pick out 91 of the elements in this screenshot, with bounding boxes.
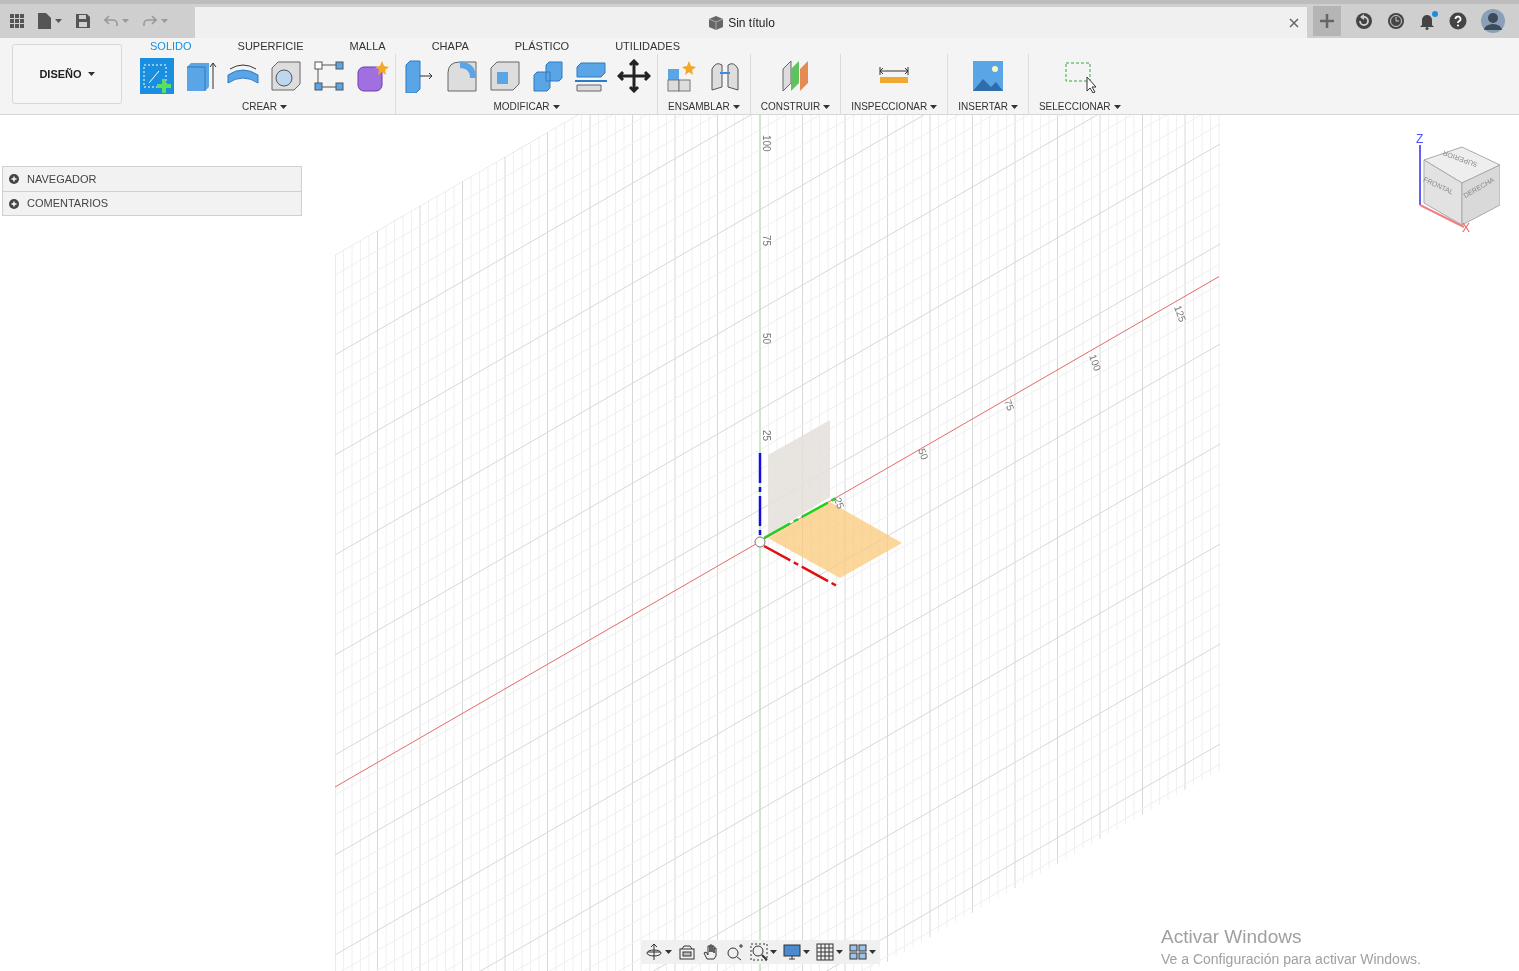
group-menu-button[interactable]: MODIFICAR	[489, 99, 564, 114]
axis-label: 25	[761, 430, 772, 442]
caret-icon	[552, 104, 560, 109]
caret-icon	[55, 19, 62, 23]
hand-icon	[702, 943, 720, 961]
caret-icon	[122, 19, 129, 23]
ribbon-tool-button[interactable]	[617, 58, 651, 94]
ribbon-tab[interactable]: PLÁSTICO	[508, 39, 576, 53]
nav-tool-button[interactable]	[645, 943, 672, 961]
orbit-icon	[645, 943, 663, 961]
activation-message: Ve a Configuración para activar Windows.	[1161, 950, 1421, 969]
plus-icon	[1320, 14, 1334, 28]
nav-tool-button[interactable]	[702, 943, 720, 961]
save-icon[interactable]	[76, 14, 90, 28]
image-icon	[971, 59, 1006, 93]
caret-icon	[930, 104, 938, 109]
cube-z-axis-line	[1419, 144, 1421, 206]
monitor-icon	[783, 943, 801, 961]
refresh-icon[interactable]	[1355, 12, 1373, 30]
cube-icon	[709, 15, 724, 30]
caret-icon	[665, 950, 672, 954]
document-title: Sin título	[728, 14, 775, 32]
ribbon-tab[interactable]: CHAPA	[425, 39, 475, 53]
x-axis-label: X	[1462, 220, 1470, 237]
workspace-dropdown[interactable]: DISEÑO	[12, 44, 122, 104]
caret-icon	[823, 104, 831, 109]
axis-label: 125	[1172, 303, 1189, 324]
file-icon[interactable]	[38, 13, 51, 29]
zoom-window-icon	[750, 943, 768, 961]
combine-boxes-icon	[531, 59, 565, 93]
caret-icon	[280, 104, 287, 109]
axis-label: 50	[916, 446, 931, 462]
axis-label: 100	[1087, 352, 1104, 373]
grid-icon	[816, 943, 834, 961]
caret-icon	[803, 950, 810, 954]
caret-icon	[161, 19, 168, 23]
browser-panel-row[interactable]: NAVEGADOR	[3, 167, 301, 191]
axis-label: 50	[761, 333, 772, 345]
group-menu-button[interactable]: INSPECCIONAR	[847, 99, 942, 114]
plus-circle-icon	[9, 198, 19, 209]
caret-icon	[87, 72, 95, 76]
hole-box-icon	[269, 59, 303, 93]
caret-icon	[836, 950, 843, 954]
plus-circle-icon	[9, 174, 19, 184]
close-icon[interactable]	[1289, 17, 1299, 28]
apps-grid-icon[interactable]	[10, 14, 24, 28]
clock-icon[interactable]	[1387, 12, 1405, 30]
shell-box-icon	[488, 59, 522, 93]
selection-cursor-icon	[1062, 59, 1097, 93]
origin-point	[754, 536, 766, 548]
browser-panel-label: NAVEGADOR	[27, 171, 97, 187]
form-star-icon	[355, 59, 389, 93]
z-axis-label: Z	[1416, 131, 1424, 148]
pattern-squares-icon	[312, 59, 346, 93]
monitor-box-icon	[678, 943, 696, 961]
move-arrows-icon	[617, 59, 651, 93]
zoom-icon	[726, 943, 744, 961]
group-menu-button[interactable]: CONSTRUIR	[756, 99, 835, 114]
ribbon-tab[interactable]: MALLA	[343, 39, 392, 53]
group-menu-button[interactable]: SELECCIONAR	[1034, 99, 1125, 114]
document-tab[interactable]: Sin título	[195, 7, 1307, 38]
nav-tool-button[interactable]	[750, 943, 777, 961]
group-menu-button[interactable]: CREAR	[238, 99, 291, 114]
help-icon[interactable]	[1449, 12, 1467, 30]
group-menu-button[interactable]: ENSAMBLAR	[664, 99, 744, 114]
split-body-icon	[574, 59, 608, 93]
axis-label: 75	[761, 235, 772, 247]
nav-tool-button[interactable]	[816, 943, 843, 961]
avatar-icon[interactable]	[1481, 9, 1505, 33]
caret-icon	[1113, 104, 1121, 109]
caret-icon	[732, 104, 740, 109]
nav-tool-button[interactable]	[726, 943, 744, 961]
browser-panel-row[interactable]: COMENTARIOS	[3, 191, 301, 215]
nav-tool-button[interactable]	[783, 943, 810, 961]
ribbon-tab[interactable]: UTILIDADES	[609, 39, 686, 53]
caret-icon	[869, 950, 876, 954]
caret-icon	[770, 950, 777, 954]
fillet-icon	[445, 59, 479, 93]
axis-label: 100	[761, 135, 772, 152]
new-tab-button[interactable]	[1313, 6, 1341, 36]
caret-icon	[1010, 104, 1018, 109]
viewports-icon	[849, 943, 867, 961]
axis-label: 25	[832, 495, 847, 511]
ribbon-tab[interactable]: SUPERFICIE	[231, 39, 310, 53]
group-menu-button[interactable]: INSERTAR	[954, 99, 1022, 114]
bell-icon[interactable]	[1419, 12, 1435, 30]
axis-label: 75	[1002, 397, 1017, 413]
nav-tool-button[interactable]	[849, 943, 876, 961]
browser-panel-label: COMENTARIOS	[27, 196, 109, 212]
activation-title: Activar Windows	[1161, 925, 1303, 949]
nav-tool-button[interactable]	[678, 943, 696, 961]
